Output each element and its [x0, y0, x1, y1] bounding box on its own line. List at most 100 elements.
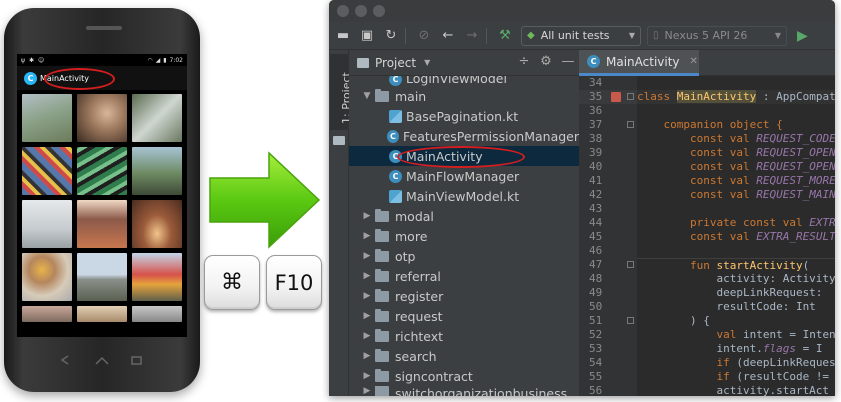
recents-button-icon[interactable]	[131, 356, 142, 365]
photo-thumbnail[interactable]	[77, 200, 127, 248]
fold-marker-icon[interactable]	[627, 121, 634, 128]
photo-thumbnail[interactable]	[132, 253, 182, 301]
photo-thumbnail[interactable]	[77, 94, 127, 142]
chevron-right-icon[interactable]: ▶	[361, 351, 373, 361]
code-area[interactable]: class MainActivity : AppCompatActivity c…	[637, 76, 835, 396]
project-tool-tab[interactable]: 1: Project	[330, 54, 353, 130]
code-token: REQUEST_MORE	[756, 174, 835, 187]
photo-thumbnail[interactable]	[22, 94, 72, 142]
run-icon[interactable]: ▶	[797, 28, 808, 44]
chevron-right-icon[interactable]: ▶	[361, 251, 373, 261]
chevron-right-icon[interactable]: ▶	[361, 371, 373, 381]
close-icon[interactable]: ✕	[690, 56, 698, 67]
photo-thumbnail[interactable]	[77, 253, 127, 301]
code-token: (deepLinkRequest	[736, 356, 835, 369]
project-panel-header: Project ▼ ÷ ⚙ —	[349, 50, 579, 76]
chevron-right-icon[interactable]: ▶	[361, 231, 373, 241]
code-token: EXTRA	[809, 216, 835, 229]
chevron-right-icon[interactable]: ▶	[361, 211, 373, 221]
tree-item-label: referral	[395, 268, 441, 284]
photo-thumbnail[interactable]	[77, 306, 127, 322]
wifi-icon: ◠	[147, 56, 153, 64]
photo-thumbnail[interactable]	[132, 200, 182, 248]
chevron-right-icon[interactable]: ▶	[361, 386, 373, 396]
close-window-button[interactable]	[337, 5, 349, 17]
tree-file-MainViewModel.kt[interactable]: MainViewModel.kt	[349, 186, 579, 206]
folder-icon	[375, 348, 389, 362]
fold-marker-icon[interactable]	[627, 93, 634, 100]
tree-item-label: main	[395, 88, 427, 104]
photo-thumbnail[interactable]	[22, 253, 72, 301]
line-number-text: 52	[589, 328, 603, 341]
code-line: intent.flags = I	[637, 342, 835, 356]
hide-panel-icon[interactable]: —	[561, 54, 575, 69]
back-button-icon[interactable]	[60, 355, 69, 365]
tree-file-LoginViewModel[interactable]: C LoginViewModel	[349, 76, 579, 86]
code-line: resultCode: Int	[637, 300, 835, 314]
chevron-down-icon: ▼	[774, 31, 781, 40]
photo-thumbnail[interactable]	[77, 147, 127, 195]
forward-arrow-icon[interactable]: →	[462, 26, 482, 46]
chevron-right-icon[interactable]: ▶	[361, 271, 373, 281]
tree-folder-main[interactable]: ▼ main	[349, 86, 579, 106]
stop-icon[interactable]: ⊘	[414, 26, 434, 46]
back-arrow-icon[interactable]: ←	[438, 26, 458, 46]
tree-folder-register[interactable]: ▶ register	[349, 286, 579, 306]
tree-file-MainFlowManager[interactable]: C MainFlowManager	[349, 166, 579, 186]
chevron-down-icon[interactable]: ▼	[424, 58, 430, 67]
photo-thumbnail[interactable]	[22, 200, 72, 248]
tree-folder-switchorganizationbusiness[interactable]: ▶ switchorganizationbusiness	[349, 386, 579, 396]
chevron-right-icon[interactable]: ▶	[361, 291, 373, 301]
save-icon[interactable]: ▣	[357, 26, 377, 46]
device-phone-icon: ▯	[653, 30, 659, 41]
sync-icon[interactable]: ↻	[381, 26, 401, 46]
run-gutter-icon[interactable]	[611, 92, 621, 102]
tree-file-BasePagination.kt[interactable]: BasePagination.kt	[349, 106, 579, 126]
status-notifications: ψ ✱ ☺	[21, 57, 44, 64]
code-token: const val	[637, 160, 757, 173]
gear-icon[interactable]: ⚙	[539, 54, 553, 69]
build-hammer-icon[interactable]: ⚒	[495, 26, 515, 46]
code-token: intent = Intent	[742, 328, 835, 341]
fold-marker-icon[interactable]	[627, 261, 634, 268]
code-token: intent.	[637, 342, 763, 355]
kotlin-class-icon: C	[587, 55, 600, 68]
code-token: companion object {	[637, 118, 783, 131]
open-folder-icon[interactable]: ▬	[333, 26, 353, 46]
photo-thumbnail[interactable]	[132, 147, 182, 195]
photo-thumbnail[interactable]	[132, 306, 182, 322]
run-configuration-dropdown[interactable]: ◆ All unit tests ▼	[521, 25, 641, 46]
code-token: const val	[637, 230, 757, 243]
minimize-window-button[interactable]	[355, 5, 367, 17]
chevron-down-icon[interactable]: ▼	[361, 91, 373, 101]
code-token: = I	[795, 342, 823, 355]
tree-folder-search[interactable]: ▶ search	[349, 346, 579, 366]
project-view-selector[interactable]: Project	[375, 56, 416, 70]
line-number: 56	[579, 384, 637, 396]
fold-marker-icon[interactable]	[627, 317, 634, 324]
collapse-all-icon[interactable]: ÷	[517, 54, 531, 69]
code-line: activity: Activity	[637, 272, 835, 286]
editor-tab-mainactivity[interactable]: C MainActivity ✕	[579, 50, 699, 76]
home-button-icon[interactable]	[95, 356, 109, 365]
tree-file-FeaturesPermissionManager[interactable]: C FeaturesPermissionManager	[349, 126, 579, 146]
tree-folder-signcontract[interactable]: ▶ signcontract	[349, 366, 579, 386]
photo-thumbnail[interactable]	[22, 306, 72, 322]
photo-thumbnail[interactable]	[132, 94, 182, 142]
chevron-right-icon[interactable]: ▶	[361, 311, 373, 321]
line-number-text: 34	[589, 76, 603, 89]
chevron-right-icon[interactable]: ▶	[361, 331, 373, 341]
line-number-text: 44	[589, 216, 603, 229]
tree-folder-more[interactable]: ▶ more	[349, 226, 579, 246]
device-dropdown[interactable]: ▯ Nexus 5 API 26 ▼	[647, 25, 787, 46]
tree-folder-modal[interactable]: ▶ modal	[349, 206, 579, 226]
tree-folder-richtext[interactable]: ▶ richtext	[349, 326, 579, 346]
usb-icon: ψ	[21, 56, 25, 64]
line-number-text: 56	[589, 384, 603, 396]
maximize-window-button[interactable]	[373, 5, 385, 17]
tree-folder-otp[interactable]: ▶ otp	[349, 246, 579, 266]
tree-folder-referral[interactable]: ▶ referral	[349, 266, 579, 286]
photo-thumbnail[interactable]	[22, 147, 72, 195]
line-number-text: 49	[589, 286, 603, 299]
tree-folder-request[interactable]: ▶ request	[349, 306, 579, 326]
